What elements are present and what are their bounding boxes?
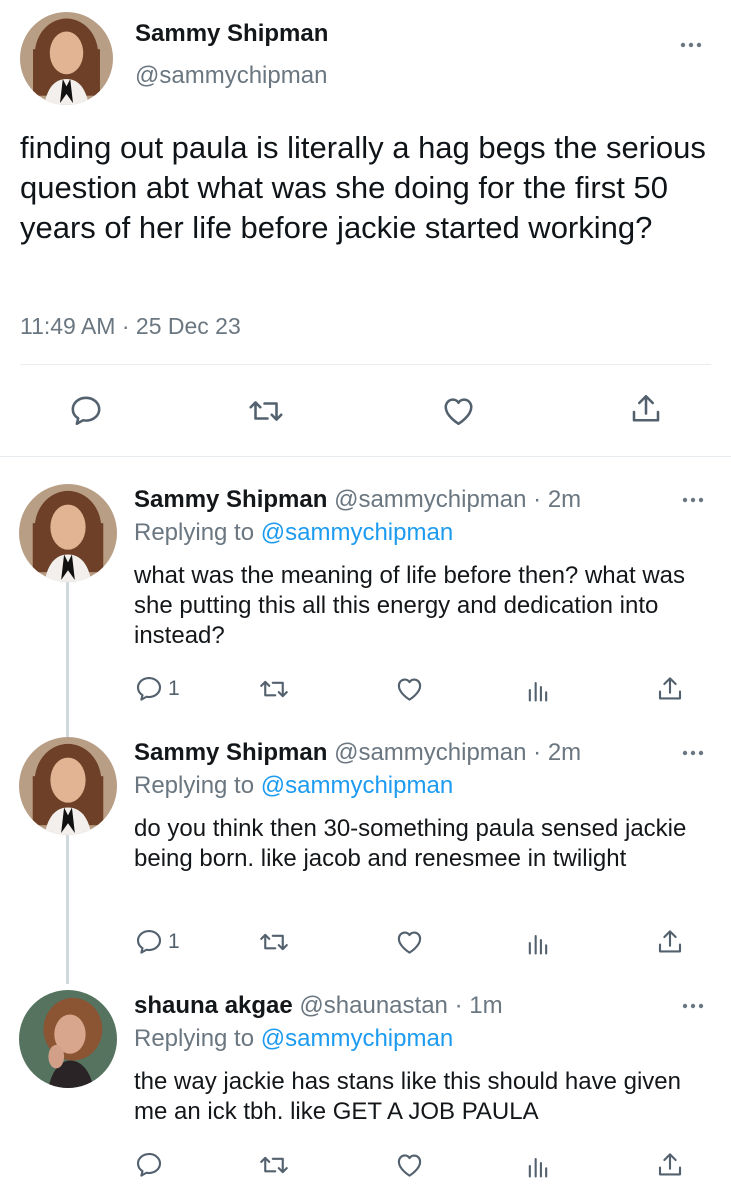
reply-header: Sammy Shipman @sammychipman · 2m: [134, 739, 581, 767]
reply-text: the way jackie has stans like this shoul…: [134, 1068, 681, 1125]
reply-avatar[interactable]: [19, 990, 117, 1088]
share-button[interactable]: [655, 1149, 685, 1181]
reply-icon: [134, 674, 164, 704]
more-options-icon[interactable]: [681, 748, 705, 758]
reply-age: · 2m: [533, 739, 582, 766]
reply-avatar[interactable]: [19, 737, 117, 835]
author-avatar[interactable]: [20, 12, 113, 105]
divider: [20, 364, 711, 365]
retweet-button[interactable]: [258, 674, 290, 704]
reply-button[interactable]: 1: [134, 674, 180, 704]
section-divider: [0, 456, 731, 457]
share-button[interactable]: [655, 926, 685, 958]
replying-to: Replying to @sammychipman: [134, 772, 453, 800]
reply-author-handle[interactable]: @sammychipman: [334, 739, 526, 766]
replying-to-label: Replying to: [134, 519, 255, 546]
reply-author-handle[interactable]: @sammychipman: [334, 486, 526, 513]
retweet-icon: [258, 674, 290, 704]
share-icon: [628, 390, 664, 428]
reply-icon: [68, 393, 104, 429]
share-icon: [655, 1149, 685, 1181]
tweet-timestamp: 11:49 AM · 25 Dec 23: [20, 313, 241, 339]
share-icon: [655, 926, 685, 958]
reply-author-name[interactable]: Sammy Shipman: [134, 739, 327, 766]
replying-to: Replying to @sammychipman: [134, 519, 453, 547]
views-button[interactable]: [524, 928, 552, 958]
like-button[interactable]: [394, 1150, 425, 1180]
retweet-button[interactable]: [247, 393, 285, 429]
more-options-icon[interactable]: [681, 495, 705, 505]
reply-author-handle[interactable]: @shaunastan: [299, 992, 447, 1019]
reply-age: · 2m: [533, 486, 582, 513]
reply-avatar[interactable]: [19, 484, 117, 582]
reply-button[interactable]: [134, 1150, 168, 1180]
replying-to-link[interactable]: @sammychipman: [261, 772, 453, 799]
views-icon: [524, 675, 552, 705]
reply-icon: [134, 927, 164, 957]
retweet-icon: [258, 1150, 290, 1180]
more-options-icon[interactable]: [681, 1001, 705, 1011]
reply-text: what was the meaning of life before then…: [134, 562, 685, 649]
like-button[interactable]: [394, 674, 425, 704]
avatar-photo: [20, 12, 113, 105]
tweet-text: finding out paula is literally a hag beg…: [20, 130, 706, 245]
reply-icon: [134, 1150, 164, 1180]
like-button[interactable]: [440, 393, 477, 429]
reply-header: Sammy Shipman @sammychipman · 2m: [134, 486, 581, 514]
reply-count: 1: [168, 930, 180, 953]
views-button[interactable]: [524, 1151, 552, 1181]
like-icon: [394, 674, 425, 704]
retweet-button[interactable]: [258, 927, 290, 957]
avatar-photo: [19, 990, 117, 1088]
views-button[interactable]: [524, 675, 552, 705]
views-icon: [524, 928, 552, 958]
reply-count: 1: [168, 677, 180, 700]
author-handle[interactable]: @sammychipman: [135, 62, 327, 90]
avatar-photo: [19, 737, 117, 835]
share-icon: [655, 673, 685, 705]
like-button[interactable]: [394, 927, 425, 957]
replying-to-label: Replying to: [134, 1025, 255, 1052]
reply-author-name[interactable]: shauna akgae: [134, 992, 293, 1019]
like-icon: [440, 393, 477, 429]
reply-text: do you think then 30-something paula sen…: [134, 815, 687, 872]
like-icon: [394, 1150, 425, 1180]
reply-age: · 1m: [454, 992, 503, 1019]
share-button[interactable]: [628, 390, 664, 428]
retweet-icon: [247, 393, 285, 429]
reply-button[interactable]: [68, 393, 104, 429]
share-button[interactable]: [655, 673, 685, 705]
retweet-button[interactable]: [258, 1150, 290, 1180]
avatar-photo: [19, 484, 117, 582]
like-icon: [394, 927, 425, 957]
more-options-icon[interactable]: [679, 40, 703, 50]
retweet-icon: [258, 927, 290, 957]
reply-button[interactable]: 1: [134, 927, 180, 957]
replying-to-link[interactable]: @sammychipman: [261, 1025, 453, 1052]
replying-to-link[interactable]: @sammychipman: [261, 519, 453, 546]
views-icon: [524, 1151, 552, 1181]
replying-to: Replying to @sammychipman: [134, 1025, 453, 1053]
reply-author-name[interactable]: Sammy Shipman: [134, 486, 327, 513]
reply-header: shauna akgae @shaunastan · 1m: [134, 992, 503, 1020]
author-name[interactable]: Sammy Shipman: [135, 20, 328, 48]
replying-to-label: Replying to: [134, 772, 255, 799]
